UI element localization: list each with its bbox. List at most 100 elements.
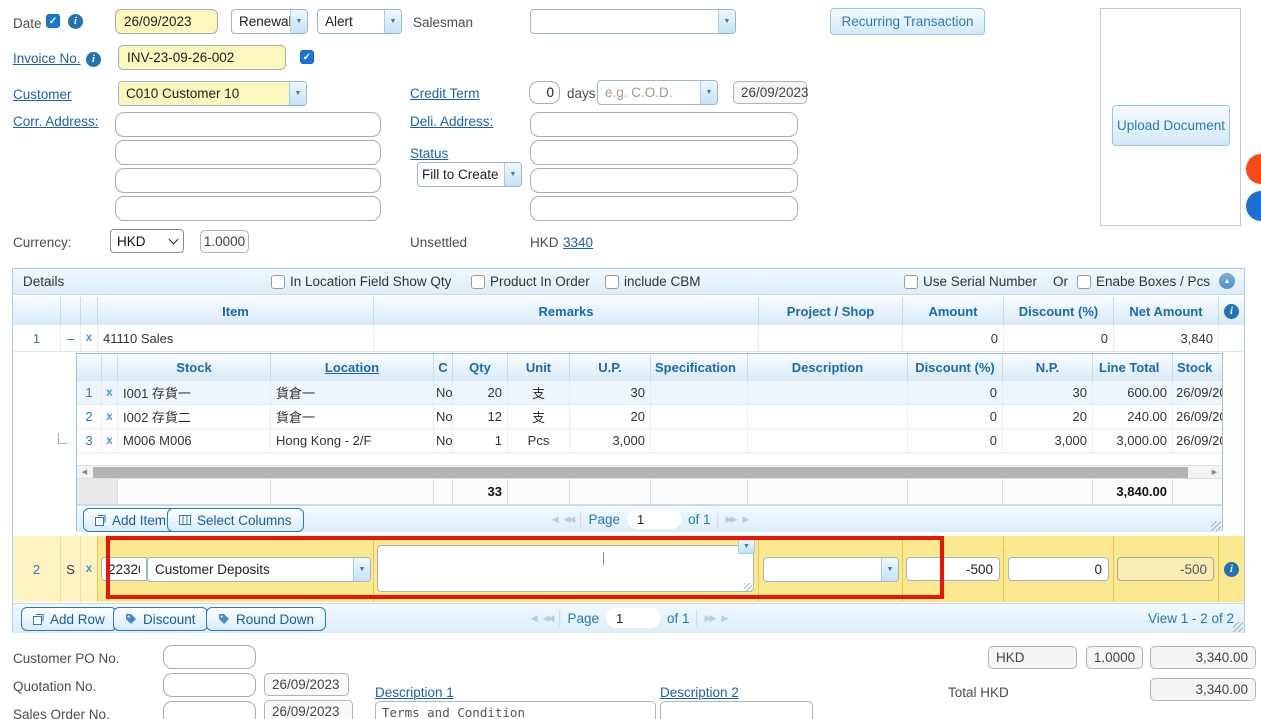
col-header-np[interactable]: N.P.: [1002, 354, 1092, 381]
floating-action-red-icon[interactable]: [1246, 154, 1261, 184]
col-header-sub-discount[interactable]: Discount (%): [907, 354, 1002, 381]
location-cell[interactable]: 貨倉一: [270, 381, 433, 404]
discount-cell[interactable]: 0: [907, 405, 1002, 428]
date-info-icon[interactable]: i: [68, 14, 83, 29]
product-in-order-checkbox[interactable]: [471, 275, 485, 289]
row1-discount[interactable]: 0: [1003, 325, 1113, 351]
scrollbar-thumb[interactable]: [93, 467, 1188, 478]
chevron-down-icon[interactable]: ▼: [504, 163, 521, 186]
np-cell[interactable]: 3,000: [1002, 429, 1092, 452]
pager-prev-icon[interactable]: ◀◀: [564, 514, 574, 525]
corr-address-input-1[interactable]: [115, 112, 381, 137]
pager-prev-icon[interactable]: ◀◀: [543, 613, 553, 624]
invoice-info-icon[interactable]: i: [86, 52, 101, 67]
pager-next-icon[interactable]: ▶▶: [726, 514, 736, 525]
col-header-project[interactable]: Project / Shop: [758, 297, 902, 325]
chevron-down-icon[interactable]: ▼: [353, 558, 370, 581]
floating-action-blue-icon[interactable]: [1246, 191, 1261, 221]
textarea-resize-handle[interactable]: [744, 583, 752, 591]
page-input[interactable]: [627, 509, 681, 529]
corr-address-label[interactable]: Corr. Address:: [13, 114, 99, 129]
col-header-stock-date[interactable]: Stock: [1172, 354, 1222, 381]
delete-stock-row-icon[interactable]: x: [101, 429, 117, 452]
include-cbm-checkbox[interactable]: [605, 275, 619, 289]
stock-date-cell[interactable]: 26/09/2023: [1172, 381, 1222, 404]
discount-cell[interactable]: 0: [907, 429, 1002, 452]
status-dropdown[interactable]: Fill to Create ▼: [417, 162, 522, 187]
line-total-cell[interactable]: 600.00: [1092, 381, 1172, 404]
np-cell[interactable]: 20: [1002, 405, 1092, 428]
col-header-stock[interactable]: Stock: [117, 354, 270, 381]
chevron-down-icon[interactable]: ▼: [384, 10, 401, 33]
pager-last-icon[interactable]: ▶: [721, 613, 726, 624]
page-input[interactable]: [606, 608, 660, 628]
col-header-amount[interactable]: Amount: [902, 297, 1003, 325]
location-cell[interactable]: 貨倉一: [270, 405, 433, 428]
desc-cell[interactable]: [747, 381, 907, 404]
chevron-down-icon[interactable]: ▼: [718, 10, 735, 33]
location-cell[interactable]: Hong Kong - 2/F: [270, 429, 433, 452]
deli-address-input-3[interactable]: [530, 168, 798, 193]
row1-amount[interactable]: 0: [902, 325, 1003, 351]
chevron-down-icon[interactable]: ▼: [881, 558, 898, 581]
invoice-checkbox[interactable]: ✓: [300, 50, 314, 64]
col-header-location[interactable]: Location: [270, 354, 433, 381]
spec-cell[interactable]: [650, 405, 747, 428]
amount-input[interactable]: [906, 557, 1000, 581]
col-header-remarks[interactable]: Remarks: [373, 297, 758, 325]
delete-row-icon[interactable]: x: [80, 536, 97, 602]
remarks-textarea[interactable]: [377, 545, 754, 592]
invoice-no-input[interactable]: [118, 45, 286, 70]
customer-dropdown[interactable]: C010 Customer 10 ▼: [118, 81, 307, 106]
recurring-transaction-button[interactable]: Recurring Transaction: [830, 8, 985, 35]
c-cell[interactable]: No: [433, 381, 452, 404]
date-checkbox[interactable]: ✓: [46, 14, 60, 28]
renewal-dropdown[interactable]: Renewal ▼: [231, 9, 308, 34]
row2-info-icon[interactable]: i: [1224, 562, 1239, 577]
discount-cell[interactable]: 0: [907, 381, 1002, 404]
unit-cell[interactable]: 支: [507, 381, 569, 404]
deli-address-input-1[interactable]: [530, 112, 798, 137]
project-dropdown[interactable]: ▼: [763, 557, 899, 582]
np-cell[interactable]: 30: [1002, 381, 1092, 404]
deli-address-label[interactable]: Deli. Address:: [410, 114, 493, 129]
stock-cell[interactable]: I001 存貨一: [117, 381, 270, 404]
stock-row-1[interactable]: 1 x I001 存貨一 貨倉一 No 20 支 30 0 30 600.00 …: [77, 381, 1222, 405]
account-dropdown[interactable]: Customer Deposits ▼: [147, 557, 371, 582]
pager-first-icon[interactable]: ◀: [531, 613, 536, 624]
quotation-no-input[interactable]: [163, 673, 256, 697]
account-code-input[interactable]: [101, 557, 147, 581]
col-header-qty[interactable]: Qty: [452, 354, 507, 381]
upload-document-button[interactable]: Upload Document: [1112, 105, 1230, 146]
remarks-expand-icon[interactable]: ▼: [738, 539, 755, 554]
col-header-desc[interactable]: Description: [747, 354, 907, 381]
delete-stock-row-icon[interactable]: x: [101, 381, 117, 404]
salesman-dropdown[interactable]: ▼: [530, 9, 736, 34]
invoice-line-row-2[interactable]: 2 S x Customer Deposits ▼ ▼ ▼: [13, 536, 1244, 602]
stock-cell[interactable]: I002 存貨二: [117, 405, 270, 428]
chevron-down-icon[interactable]: ▼: [290, 10, 307, 33]
row1-item[interactable]: 41110 Sales: [97, 325, 373, 351]
credit-term-days-input[interactable]: [529, 81, 560, 104]
col-header-unit[interactable]: Unit: [507, 354, 569, 381]
quotation-date[interactable]: 26/09/2023: [264, 673, 349, 696]
corr-address-input-2[interactable]: [115, 140, 381, 165]
date-input[interactable]: [115, 9, 218, 34]
use-serial-checkbox[interactable]: [904, 275, 918, 289]
stock-row-2[interactable]: 2 x I002 存貨二 貨倉一 No 12 支 20 0 20 240.00 …: [77, 405, 1222, 429]
pager-last-icon[interactable]: ▶: [742, 514, 747, 525]
resize-handle[interactable]: [1211, 521, 1221, 531]
qty-cell[interactable]: 20: [452, 381, 507, 404]
collapse-panel-icon[interactable]: ▲: [1219, 273, 1235, 289]
pager-first-icon[interactable]: ◀: [552, 514, 557, 525]
description-2-label[interactable]: Description 2: [660, 685, 739, 700]
location-qty-checkbox[interactable]: [271, 275, 285, 289]
stock-date-cell[interactable]: 26/09/2023: [1172, 429, 1222, 452]
add-row-button[interactable]: Add Row: [21, 607, 117, 631]
line-total-cell[interactable]: 240.00: [1092, 405, 1172, 428]
round-down-button[interactable]: Round Down: [206, 607, 326, 631]
unsettled-amount-link[interactable]: 3340: [563, 235, 593, 250]
deli-address-input-2[interactable]: [530, 140, 798, 165]
col-header-line-total[interactable]: Line Total: [1092, 354, 1172, 381]
invoice-no-label[interactable]: Invoice No.: [13, 51, 81, 66]
